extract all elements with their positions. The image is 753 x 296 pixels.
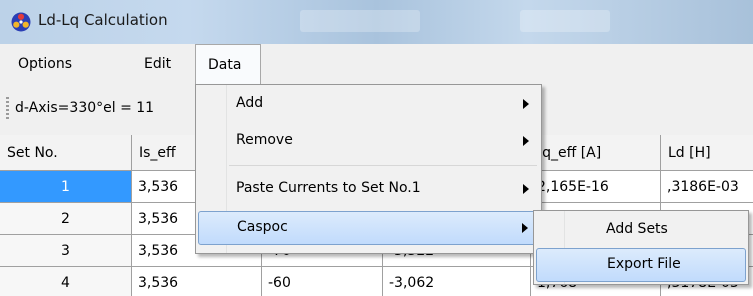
app-logo-icon [11,12,31,32]
row-header-3[interactable]: 3 [0,235,132,267]
menu-item-label: Caspoc [237,219,288,235]
data-menu: Add Remove Paste Currents to Set No.1 Ca… [195,84,542,254]
title-bar-glint [300,10,420,32]
toolbar-grip[interactable] [6,97,9,121]
menu-item-label: Paste Currents to Set No.1 [236,180,421,196]
submenu-arrow-icon [523,99,529,109]
menu-options[interactable]: Options [18,44,98,84]
submenu-arrow-icon [523,184,529,194]
table-cell[interactable]: -3,062 [383,267,531,296]
menu-item-paste-currents[interactable]: Paste Currents to Set No.1 [198,173,539,207]
menu-bar: Options Edit Data [0,44,753,85]
row-header-2[interactable]: 2 [0,203,132,235]
menu-item-export-file[interactable]: Export File [536,248,746,282]
caspoc-submenu: Add Sets Export File [533,210,749,285]
table-cell[interactable]: 3,536 [132,267,262,296]
title-bar-glint [520,10,610,32]
submenu-arrow-icon [523,136,529,146]
table-cell[interactable]: 2,165E-16 [531,171,661,203]
column-header-ld[interactable]: Ld [H] [661,135,753,171]
title-bar: Ld-Lq Calculation [0,0,753,44]
menu-item-label: Add [236,95,264,111]
menu-item-add-sets[interactable]: Add Sets [536,214,746,248]
menu-item-caspoc[interactable]: Caspoc [198,211,539,245]
menu-item-remove[interactable]: Remove [198,125,539,159]
table-cell[interactable]: ,3186E-03 [661,171,753,203]
menu-item-label: Export File [607,256,681,272]
column-header-iq-eff[interactable]: Iq_eff [A] [531,135,661,171]
axis-info-text: d-Axis=330°el = 11 [15,100,155,116]
column-header-set-no[interactable]: Set No. [0,135,132,171]
menu-separator [229,165,537,166]
table-cell[interactable]: -60 [262,267,383,296]
menu-item-label: Add Sets [606,221,668,237]
menu-item-add[interactable]: Add [198,88,539,122]
window-title: Ld-Lq Calculation [38,11,168,29]
submenu-arrow-icon [522,223,528,233]
menu-edit[interactable]: Edit [144,44,184,84]
menu-data[interactable]: Data [195,44,261,85]
row-header-1[interactable]: 1 [0,171,132,203]
menu-item-label: Remove [236,132,293,148]
row-header-4[interactable]: 4 [0,267,132,296]
